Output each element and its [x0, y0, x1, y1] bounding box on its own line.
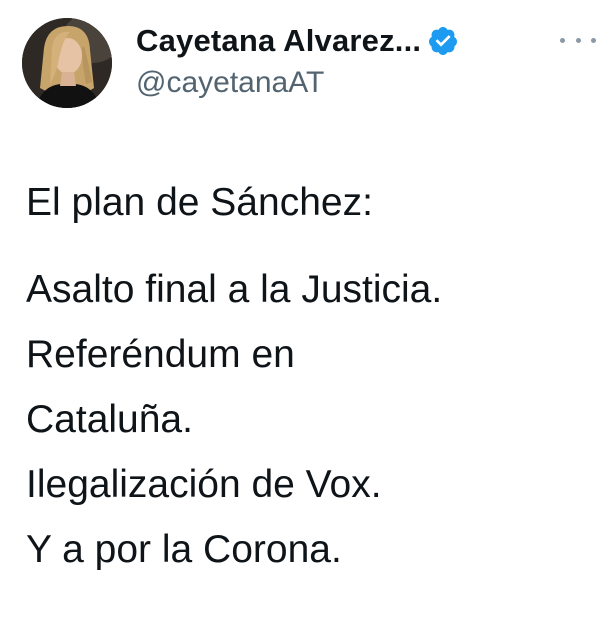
author-display-name[interactable]: Cayetana Alvarez...: [136, 23, 421, 59]
author-name-row[interactable]: Cayetana Alvarez...: [136, 20, 459, 62]
more-dot: [575, 37, 581, 43]
tweet-text-line: El plan de Sánchez:: [26, 181, 373, 224]
avatar-image: [22, 18, 112, 108]
more-dot: [591, 37, 596, 43]
tweet-text: El plan de Sánchez: Asalto final a la Ju…: [26, 170, 606, 582]
tweet-text-line: Referéndum en: [26, 333, 295, 376]
verified-badge-icon: [427, 25, 459, 57]
more-options-icon[interactable]: [560, 30, 596, 50]
author-handle[interactable]: @cayetanaAT: [136, 66, 324, 100]
tweet-text-line: Cataluña.: [26, 398, 193, 441]
tweet-text-line: Asalto final a la Justicia.: [26, 268, 443, 311]
avatar[interactable]: [22, 18, 112, 108]
more-dot: [560, 37, 565, 43]
tweet-text-line: Y a por la Corona.: [26, 528, 342, 571]
tweet-card: Cayetana Alvarez... @cayetanaAT El plan …: [0, 0, 613, 629]
tweet-text-line: Ilegalización de Vox.: [26, 463, 382, 506]
